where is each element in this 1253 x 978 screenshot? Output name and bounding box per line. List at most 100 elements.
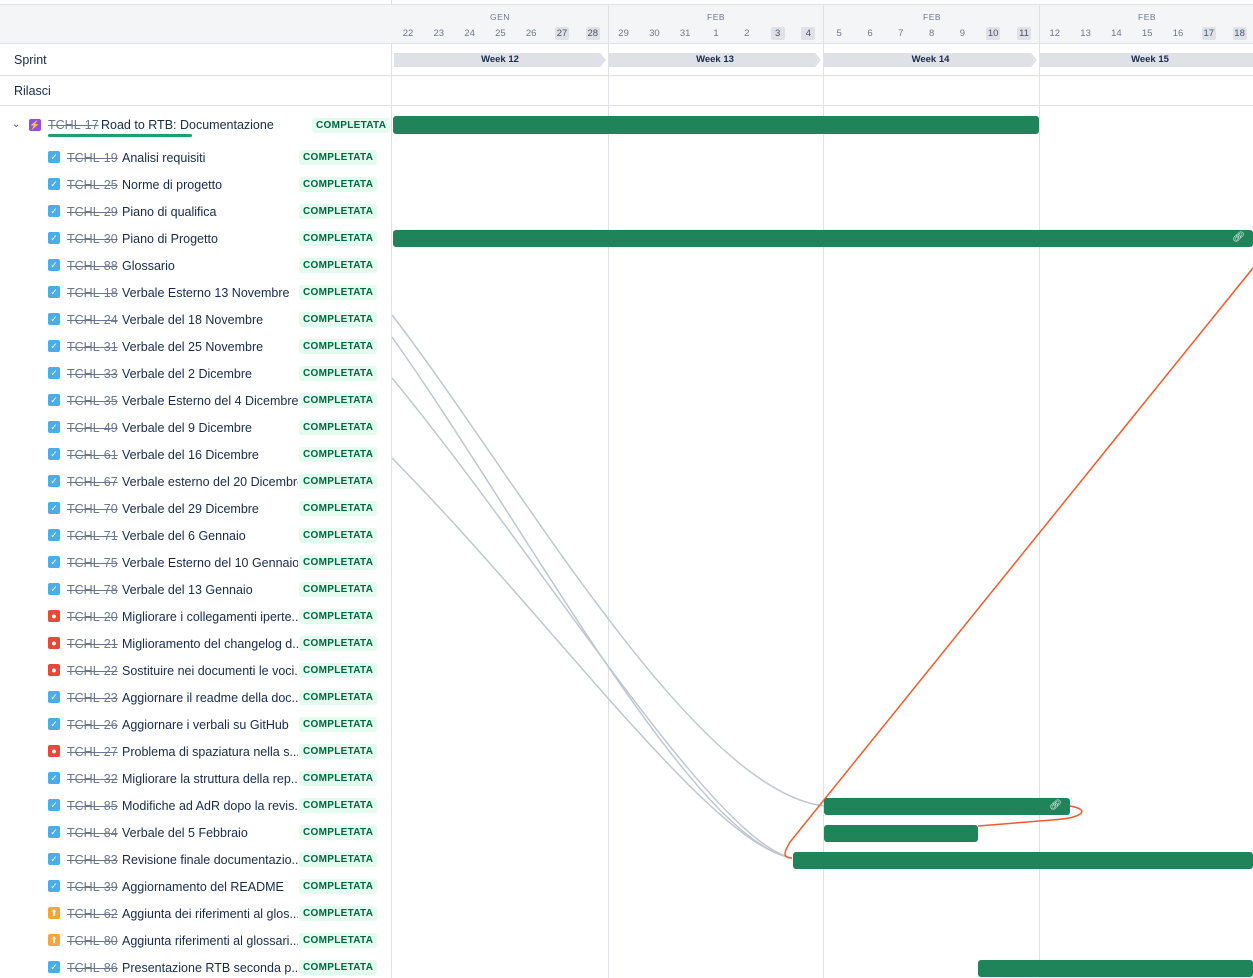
status-badge[interactable]: COMPLETATA bbox=[299, 501, 378, 516]
issue-row[interactable]: ✓ TCHL-32 Migliorare la struttura della re… bbox=[0, 765, 392, 792]
issue-summary[interactable]: Aggiunta riferimenti al glossari... bbox=[122, 934, 298, 948]
issue-row[interactable]: ● TCHL-22 Sostituire nei documenti le voci… bbox=[0, 657, 392, 684]
issue-row[interactable]: ✓ TCHL-49 Verbale del 9 Dicembre COMPLETATA bbox=[0, 414, 392, 441]
status-badge[interactable]: COMPLETATA bbox=[299, 339, 378, 354]
status-badge[interactable]: COMPLETATA bbox=[299, 231, 378, 246]
issue-row[interactable]: ✓ TCHL-33 Verbale del 2 Dicembre COMPLETATA bbox=[0, 360, 392, 387]
issue-bar-tchl-84[interactable] bbox=[824, 825, 978, 842]
issue-row[interactable]: ✓ TCHL-78 Verbale del 13 Gennaio COMPLETATA bbox=[0, 576, 392, 603]
issue-row[interactable]: ✓ TCHL-26 Aggiornare i verbali su GitHub CO… bbox=[0, 711, 392, 738]
status-badge[interactable]: COMPLETATA bbox=[299, 825, 378, 840]
issue-key[interactable]: TCHL-88 bbox=[67, 259, 118, 273]
issue-row[interactable]: ✓ TCHL-19 Analisi requisiti COMPLETATA bbox=[0, 144, 392, 171]
issue-bar-tchl-83[interactable] bbox=[793, 852, 1253, 869]
status-badge[interactable]: COMPLETATA bbox=[299, 663, 378, 678]
status-badge[interactable]: COMPLETATA bbox=[299, 852, 378, 867]
issue-summary[interactable]: Verbale del 16 Dicembre bbox=[122, 448, 298, 462]
issue-summary[interactable]: Verbale del 9 Dicembre bbox=[122, 421, 298, 435]
issue-summary[interactable]: Aggiunta dei riferimenti al glos... bbox=[122, 907, 298, 921]
issue-summary[interactable]: Verbale del 29 Dicembre bbox=[122, 502, 298, 516]
issue-key[interactable]: TCHL-84 bbox=[67, 826, 118, 840]
status-badge[interactable]: COMPLETATA bbox=[299, 636, 378, 651]
issue-row[interactable]: ✓ TCHL-67 Verbale esterno del 20 Dicembre C… bbox=[0, 468, 392, 495]
issue-key[interactable]: TCHL-75 bbox=[67, 556, 118, 570]
issue-key[interactable]: TCHL-78 bbox=[67, 583, 118, 597]
issue-summary[interactable]: Verbale del 2 Dicembre bbox=[122, 367, 298, 381]
issue-key[interactable]: TCHL-33 bbox=[67, 367, 118, 381]
issue-bar-tchl-85[interactable]: 🔗︎ bbox=[824, 798, 1070, 815]
issue-row[interactable]: ⬆ TCHL-80 Aggiunta riferimenti al glossari… bbox=[0, 927, 392, 954]
status-badge[interactable]: COMPLETATA bbox=[299, 204, 378, 219]
dependency-conflict-line[interactable] bbox=[784, 267, 1253, 859]
status-badge[interactable]: COMPLETATA bbox=[299, 150, 378, 165]
issue-summary[interactable]: Presentazione RTB seconda p... bbox=[122, 961, 298, 975]
issue-row[interactable]: ✓ TCHL-24 Verbale del 18 Novembre COMPLETAT… bbox=[0, 306, 392, 333]
issue-row[interactable]: ● TCHL-21 Miglioramento del changelog d...… bbox=[0, 630, 392, 657]
epic-bar[interactable] bbox=[393, 116, 1039, 134]
issue-row[interactable]: ✓ TCHL-18 Verbale Esterno 13 Novembre COMPL… bbox=[0, 279, 392, 306]
status-badge[interactable]: COMPLETATA bbox=[299, 690, 378, 705]
issue-key[interactable]: TCHL-85 bbox=[67, 799, 118, 813]
issue-summary[interactable]: Aggiornamento del README bbox=[122, 880, 298, 894]
issue-row[interactable]: ✓ TCHL-70 Verbale del 29 Dicembre COMPLETAT… bbox=[0, 495, 392, 522]
issue-summary[interactable]: Modifiche ad AdR dopo la revis... bbox=[122, 799, 298, 813]
issue-summary[interactable]: Migliorare i collegamenti iperte... bbox=[122, 610, 298, 624]
epic-key[interactable]: TCHL-17 bbox=[48, 118, 99, 132]
issue-summary[interactable]: Norme di progetto bbox=[122, 178, 298, 192]
issue-summary[interactable]: Revisione finale documentazio... bbox=[122, 853, 298, 867]
issue-bar-tchl-86[interactable] bbox=[978, 960, 1253, 977]
status-badge[interactable]: COMPLETATA bbox=[299, 960, 378, 975]
issue-row[interactable]: ✓ TCHL-84 Verbale del 5 Febbraio COMPLETATA bbox=[0, 819, 392, 846]
issue-key[interactable]: TCHL-22 bbox=[67, 664, 118, 678]
issue-summary[interactable]: Miglioramento del changelog d... bbox=[122, 637, 298, 651]
issue-key[interactable]: TCHL-39 bbox=[67, 880, 118, 894]
issue-summary[interactable]: Problema di spaziatura nella s... bbox=[122, 745, 298, 759]
issue-key[interactable]: TCHL-62 bbox=[67, 907, 118, 921]
issue-summary[interactable]: Verbale del 25 Novembre bbox=[122, 340, 298, 354]
status-badge[interactable]: COMPLETATA bbox=[299, 771, 378, 786]
issue-key[interactable]: TCHL-29 bbox=[67, 205, 118, 219]
issue-row[interactable]: ✓ TCHL-85 Modifiche ad AdR dopo la revis..… bbox=[0, 792, 392, 819]
issue-row[interactable]: ✓ TCHL-88 Glossario COMPLETATA bbox=[0, 252, 392, 279]
issue-summary[interactable]: Analisi requisiti bbox=[122, 151, 298, 165]
issue-summary[interactable]: Aggiornare i verbali su GitHub bbox=[122, 718, 298, 732]
status-badge[interactable]: COMPLETATA bbox=[299, 420, 378, 435]
issue-key[interactable]: TCHL-24 bbox=[67, 313, 118, 327]
issue-summary[interactable]: Verbale Esterno 13 Novembre bbox=[122, 286, 298, 300]
status-badge[interactable]: COMPLETATA bbox=[299, 447, 378, 462]
issue-row[interactable]: ✓ TCHL-75 Verbale Esterno del 10 Gennaio CO… bbox=[0, 549, 392, 576]
issue-key[interactable]: TCHL-19 bbox=[67, 151, 118, 165]
status-badge[interactable]: COMPLETATA bbox=[299, 177, 378, 192]
issue-key[interactable]: TCHL-23 bbox=[67, 691, 118, 705]
status-badge[interactable]: COMPLETATA bbox=[299, 717, 378, 732]
issue-key[interactable]: TCHL-25 bbox=[67, 178, 118, 192]
issue-row[interactable]: ✓ TCHL-29 Piano di qualifica COMPLETATA bbox=[0, 198, 392, 225]
issue-row[interactable]: ✓ TCHL-86 Presentazione RTB seconda p... CO… bbox=[0, 954, 392, 978]
status-badge[interactable]: COMPLETATA bbox=[299, 528, 378, 543]
dependency-line[interactable] bbox=[392, 377, 793, 859]
dependency-line[interactable] bbox=[392, 457, 793, 859]
issue-row[interactable]: ● TCHL-27 Problema di spaziatura nella s..… bbox=[0, 738, 392, 765]
issue-key[interactable]: TCHL-71 bbox=[67, 529, 118, 543]
issue-key[interactable]: TCHL-21 bbox=[67, 637, 118, 651]
status-badge[interactable]: COMPLETATA bbox=[299, 366, 378, 381]
issue-key[interactable]: TCHL-83 bbox=[67, 853, 118, 867]
status-badge[interactable]: COMPLETATA bbox=[299, 582, 378, 597]
issue-row[interactable]: ● TCHL-20 Migliorare i collegamenti iperte… bbox=[0, 603, 392, 630]
issue-summary[interactable]: Verbale del 18 Novembre bbox=[122, 313, 298, 327]
issue-key[interactable]: TCHL-31 bbox=[67, 340, 118, 354]
issue-key[interactable]: TCHL-27 bbox=[67, 745, 118, 759]
chevron-down-icon[interactable]: ⌄ bbox=[12, 119, 20, 130]
issue-key[interactable]: TCHL-86 bbox=[67, 961, 118, 975]
status-badge[interactable]: COMPLETATA bbox=[299, 933, 378, 948]
issue-summary[interactable]: Sostituire nei documenti le voci... bbox=[122, 664, 298, 678]
issue-row[interactable]: ✓ TCHL-30 Piano di Progetto COMPLETATA bbox=[0, 225, 392, 252]
issue-key[interactable]: TCHL-32 bbox=[67, 772, 118, 786]
issue-summary[interactable]: Aggiornare il readme della doc... bbox=[122, 691, 298, 705]
issue-bar-tchl-30[interactable]: 🔗︎ bbox=[393, 230, 1253, 247]
issue-row[interactable]: ✓ TCHL-61 Verbale del 16 Dicembre COMPLETAT… bbox=[0, 441, 392, 468]
epic-summary[interactable]: Road to RTB: Documentazione bbox=[101, 118, 274, 132]
issue-row[interactable]: ✓ TCHL-83 Revisione finale documentazio...… bbox=[0, 846, 392, 873]
status-badge[interactable]: COMPLETATA bbox=[299, 474, 378, 489]
issue-summary[interactable]: Verbale Esterno del 10 Gennaio bbox=[122, 556, 298, 570]
